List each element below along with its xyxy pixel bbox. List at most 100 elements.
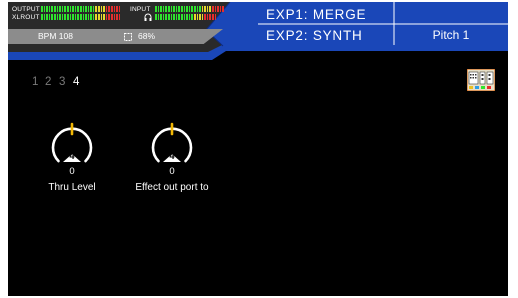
device-screen: OUTPUT XLROUT INPUT BPM 108 68% EXP1: ME… [8, 2, 508, 296]
meter-segment [157, 6, 160, 12]
meter-segment [46, 6, 48, 12]
meter-segment [82, 6, 85, 12]
meter-segment [82, 14, 85, 20]
meter-segment [56, 14, 59, 20]
meter-segment [162, 14, 165, 20]
meter-segment [165, 6, 167, 12]
meter-segment [111, 6, 113, 12]
meter-segment [98, 14, 100, 20]
meter-segment [77, 6, 79, 12]
meter-segment [217, 6, 219, 12]
meter-segment [90, 6, 92, 12]
meter-segment [167, 14, 170, 20]
meter-segment [160, 6, 162, 12]
meter-segment [214, 6, 217, 12]
meter-segment [186, 6, 188, 12]
page-tab-3[interactable]: 3 [59, 76, 65, 89]
meter-segment [188, 6, 191, 12]
meter-segment [116, 6, 118, 12]
meter-segment [196, 6, 199, 12]
meter-segment [79, 6, 82, 12]
meter-segment [201, 6, 204, 12]
meter-segment [100, 6, 103, 12]
bpm-readout[interactable]: BPM 108 [38, 29, 73, 44]
output-label: OUTPUT [12, 6, 40, 13]
meter-segment [160, 14, 162, 20]
meter-segment [92, 6, 95, 12]
meter-segment [155, 6, 157, 12]
meter-segment [178, 6, 180, 12]
exp2-parameter[interactable]: Pitch 1 [394, 27, 508, 44]
meter-segment [69, 14, 72, 20]
meter-segment [103, 14, 105, 20]
meter-segment [165, 14, 167, 20]
meter-segment [180, 14, 183, 20]
meter-segment [199, 14, 201, 20]
meter-segment [61, 14, 64, 20]
meter-segment [61, 6, 64, 12]
meter-segment [85, 6, 87, 12]
meter-segment [180, 6, 183, 12]
meter-segment [201, 14, 204, 20]
meter-segment [53, 14, 56, 20]
meter-segment [214, 14, 217, 20]
meter-segment [219, 6, 222, 12]
meter-segment [51, 14, 53, 20]
device-frame: OUTPUT XLROUT INPUT BPM 108 68% EXP1: ME… [0, 0, 518, 298]
effect-out-port-value: 0 [169, 166, 175, 177]
meter-segment [98, 6, 100, 12]
meter-segment [108, 6, 111, 12]
effect-out-port-label: Effect out port to [135, 182, 209, 193]
page-tab-1[interactable]: 1 [32, 76, 38, 89]
meter-segment [59, 6, 61, 12]
meter-segment [155, 14, 157, 20]
meter-segment [69, 6, 72, 12]
meter-segment [46, 14, 48, 20]
meter-segment [74, 6, 77, 12]
meter-segment [111, 14, 113, 20]
meter-segment [178, 14, 180, 20]
meter-segment [105, 14, 108, 20]
meter-segment [108, 14, 111, 20]
output-meter [41, 6, 121, 12]
meter-segment [43, 6, 46, 12]
input-meter [155, 6, 225, 12]
meter-segment [118, 14, 121, 20]
meter-segment [79, 14, 82, 20]
thru-level-label: Thru Level [48, 182, 96, 193]
meter-segment [74, 14, 77, 20]
meter-segment [206, 6, 209, 12]
page-tab-2[interactable]: 2 [45, 76, 51, 89]
pedalboard-icon[interactable] [467, 69, 495, 91]
meter-segment [87, 6, 90, 12]
meter-segment [191, 6, 193, 12]
exp1-title[interactable]: EXP1: MERGE [266, 6, 366, 23]
meter-segment [173, 6, 175, 12]
meter-segment [183, 6, 186, 12]
meter-segment [196, 14, 199, 20]
meter-segment [170, 14, 173, 20]
meter-segment [175, 14, 178, 20]
meter-segment [206, 14, 209, 20]
meter-segment [43, 14, 46, 20]
input-meter-2 [155, 14, 217, 20]
meter-segment [72, 14, 74, 20]
meter-segment [193, 6, 196, 12]
meter-segment [209, 6, 212, 12]
meter-segment [173, 14, 175, 20]
meter-segment [222, 6, 225, 12]
effect-out-port-badge: 4 [169, 151, 175, 161]
meter-segment [209, 14, 212, 20]
meter-segment [72, 6, 74, 12]
meter-segment [116, 14, 118, 20]
meter-segment [59, 14, 61, 20]
meter-segment [90, 14, 92, 20]
meter-segment [41, 6, 43, 12]
xlrout-meter [41, 14, 121, 20]
meter-segment [188, 14, 191, 20]
exp2-title[interactable]: EXP2: SYNTH [266, 27, 363, 44]
page-tab-4[interactable]: 4 [73, 76, 79, 89]
meter-segment [199, 6, 201, 12]
meter-segment [183, 14, 186, 20]
meter-segment [191, 14, 193, 20]
